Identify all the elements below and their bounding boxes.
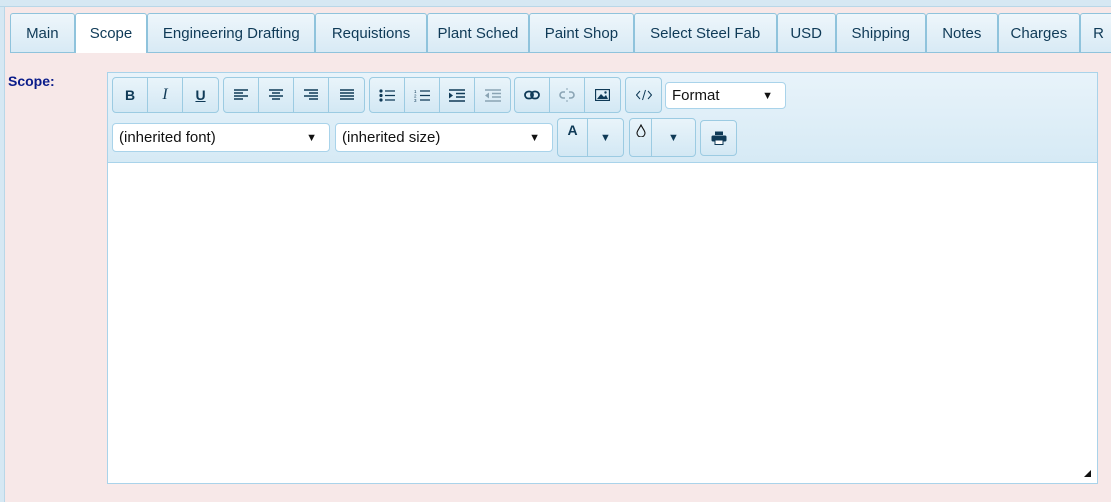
- indent-icon: [449, 88, 465, 102]
- tab-r[interactable]: R: [1080, 13, 1111, 52]
- insert-group: [514, 77, 621, 113]
- tab-scope[interactable]: Scope: [74, 13, 148, 53]
- font-color-dropdown-button[interactable]: ▼: [588, 119, 623, 156]
- font-family-dropdown[interactable]: (inherited font) ▼: [112, 123, 330, 152]
- numbered-list-icon: 123: [414, 89, 430, 102]
- tab-shipping[interactable]: Shipping: [835, 13, 926, 52]
- font-color-group: A ▼: [557, 118, 624, 157]
- font-size-dropdown[interactable]: (inherited size) ▼: [335, 123, 553, 152]
- tab-paint-shop[interactable]: Paint Shop: [529, 13, 634, 52]
- align-center-button[interactable]: [259, 78, 294, 112]
- underline-button[interactable]: U: [183, 78, 218, 112]
- indent-button[interactable]: [440, 78, 475, 112]
- tab-plant-sched[interactable]: Plant Sched: [426, 13, 530, 52]
- tab-charges[interactable]: Charges: [997, 13, 1081, 52]
- bold-button[interactable]: B: [113, 78, 148, 112]
- tab-requistions[interactable]: Requistions: [315, 13, 427, 52]
- dropdown-arrow-icon: ▼: [306, 131, 317, 144]
- italic-button[interactable]: I: [148, 78, 183, 112]
- align-justify-icon: [339, 89, 354, 100]
- background-color-dropdown-button[interactable]: ▼: [652, 119, 695, 156]
- background-color-button[interactable]: [630, 119, 652, 156]
- list-group: 123: [369, 77, 511, 113]
- tab-engineering-drafting[interactable]: Engineering Drafting: [147, 13, 316, 52]
- align-right-button[interactable]: [294, 78, 329, 112]
- unlink-icon: [559, 88, 575, 102]
- tab-usd[interactable]: USD: [776, 13, 836, 52]
- editor-toolbar: B I U 123 Format ▼ (inherited font) ▼ (i…: [108, 73, 1097, 163]
- print-group: [700, 120, 737, 156]
- font-family-label: (inherited font): [119, 129, 216, 146]
- left-edge: [0, 7, 5, 502]
- print-button[interactable]: [701, 121, 736, 155]
- tab-select-steel-fab[interactable]: Select Steel Fab: [633, 13, 777, 52]
- bullet-list-icon: [379, 88, 395, 102]
- numbered-list-button[interactable]: 123: [405, 78, 440, 112]
- outdent-icon: [484, 88, 501, 102]
- image-icon: [595, 89, 610, 101]
- align-group: [223, 77, 365, 113]
- top-strip: [0, 0, 1111, 7]
- background-color-group: ▼: [629, 118, 696, 157]
- align-left-button[interactable]: [224, 78, 259, 112]
- droplet-icon: [635, 124, 646, 137]
- scope-editor-content[interactable]: [108, 163, 1097, 483]
- bullet-list-button[interactable]: [370, 78, 405, 112]
- align-right-icon: [304, 89, 318, 100]
- tab-bar: Main Scope Engineering Drafting Requisti…: [10, 13, 1111, 53]
- dropdown-arrow-icon: ▼: [762, 89, 773, 102]
- tab-notes[interactable]: Notes: [926, 13, 998, 52]
- image-button[interactable]: [585, 78, 620, 112]
- link-button[interactable]: [515, 78, 550, 112]
- justify-button[interactable]: [329, 78, 364, 112]
- align-left-icon: [234, 89, 248, 100]
- text-style-group: B I U: [112, 77, 219, 113]
- scope-rich-text-editor: B I U 123 Format ▼ (inherited font) ▼ (i…: [107, 72, 1098, 484]
- source-code-button[interactable]: [626, 78, 661, 112]
- font-color-button[interactable]: A: [558, 119, 588, 156]
- dropdown-arrow-icon: ▼: [529, 131, 540, 144]
- tab-main[interactable]: Main: [10, 13, 75, 52]
- align-center-icon: [269, 89, 283, 100]
- format-dropdown[interactable]: Format ▼: [665, 82, 786, 109]
- print-icon: [711, 131, 726, 145]
- resize-handle-icon[interactable]: [1084, 470, 1091, 477]
- source-group: [625, 77, 662, 113]
- outdent-button[interactable]: [475, 78, 510, 112]
- scope-label: Scope:: [8, 73, 55, 89]
- font-size-label: (inherited size): [342, 129, 441, 146]
- svg-text:3: 3: [414, 98, 417, 102]
- format-dropdown-label: Format: [672, 87, 720, 104]
- link-icon: [524, 90, 540, 100]
- unlink-button[interactable]: [550, 78, 585, 112]
- code-icon: [635, 89, 652, 101]
